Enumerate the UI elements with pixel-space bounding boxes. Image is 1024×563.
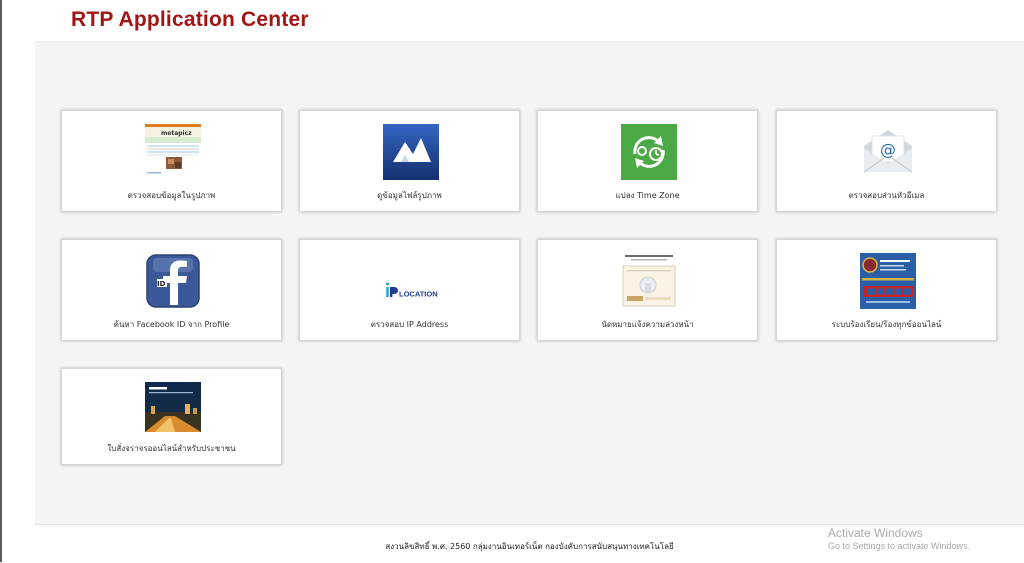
app-label: ตรวจสอบส่วนหัวอีเมล: [848, 191, 925, 200]
app-label: ใบสั่งจราจรออนไลน์สำหรับประชาชน: [107, 444, 236, 453]
window-left-edge: [0, 0, 2, 562]
appointment-form-thumbnail-icon: [621, 253, 677, 309]
watermark-title: Activate Windows: [828, 526, 923, 540]
e-ticket-thumbnail-icon: [145, 382, 201, 432]
email-envelope-icon: @: [860, 124, 916, 180]
svg-text:@: @: [880, 140, 896, 159]
page-header: RTP Application Center: [35, 0, 1024, 42]
app-card-ip-address[interactable]: LOCATION ตรวจสอบ IP Address: [299, 239, 520, 341]
app-card-image-metadata[interactable]: metapicz ตรวจสอบข้อมูลในรูปภาพ: [61, 110, 282, 212]
ip-location-logo-text: LOCATION: [399, 290, 438, 299]
facebook-icon: ID: [145, 253, 201, 309]
app-label: ตรวจสอบข้อมูลในรูปภาพ: [127, 191, 216, 200]
app-card-appointment[interactable]: นัดหมายแจ้งความล่วงหน้า: [537, 239, 758, 341]
ip-location-logo-icon: LOCATION: [383, 253, 439, 309]
page-title: RTP Application Center: [71, 8, 309, 31]
app-label: นัดหมายแจ้งความล่วงหน้า: [601, 320, 694, 329]
watermark-subtitle: Go to Settings to activate Windows.: [828, 541, 971, 551]
app-card-facebook-id[interactable]: ID ค้นหา Facebook ID จาก Profile: [61, 239, 282, 341]
clock-sync-icon: [621, 124, 677, 180]
app-card-e-ticket[interactable]: ใบสั่งจราจรออนไลน์สำหรับประชาชน: [61, 368, 282, 465]
windows-activation-watermark: Activate Windows Go to Settings to activ…: [828, 526, 970, 551]
app-card-email-header[interactable]: @ ตรวจสอบส่วนหัวอีเมล: [776, 110, 997, 212]
app-label: ค้นหา Facebook ID จาก Profile: [113, 320, 230, 329]
image-metadata-thumbnail-icon: metapicz: [145, 124, 201, 180]
mountain-photo-icon: [383, 124, 439, 180]
app-card-time-zone[interactable]: แปลง Time Zone: [537, 110, 758, 212]
svg-text:metapicz: metapicz: [161, 130, 192, 137]
app-label: ระบบร้องเรียน/ร้องทุกข์ออนไลน์: [831, 320, 942, 329]
complaint-system-thumbnail-icon: [860, 253, 916, 309]
app-label: แปลง Time Zone: [615, 191, 680, 200]
app-card-complaint-system[interactable]: ระบบร้องเรียน/ร้องทุกข์ออนไลน์: [776, 239, 997, 341]
app-grid: metapicz ตรวจสอบข้อมูลในรูปภาพ ดูข้อมูลไ…: [35, 42, 1024, 524]
app-label: ดูข้อมูลไฟล์รูปภาพ: [377, 191, 442, 200]
app-card-photo-info[interactable]: ดูข้อมูลไฟล์รูปภาพ: [299, 110, 520, 212]
svg-text:ID: ID: [157, 280, 166, 288]
app-label: ตรวจสอบ IP Address: [370, 320, 449, 329]
